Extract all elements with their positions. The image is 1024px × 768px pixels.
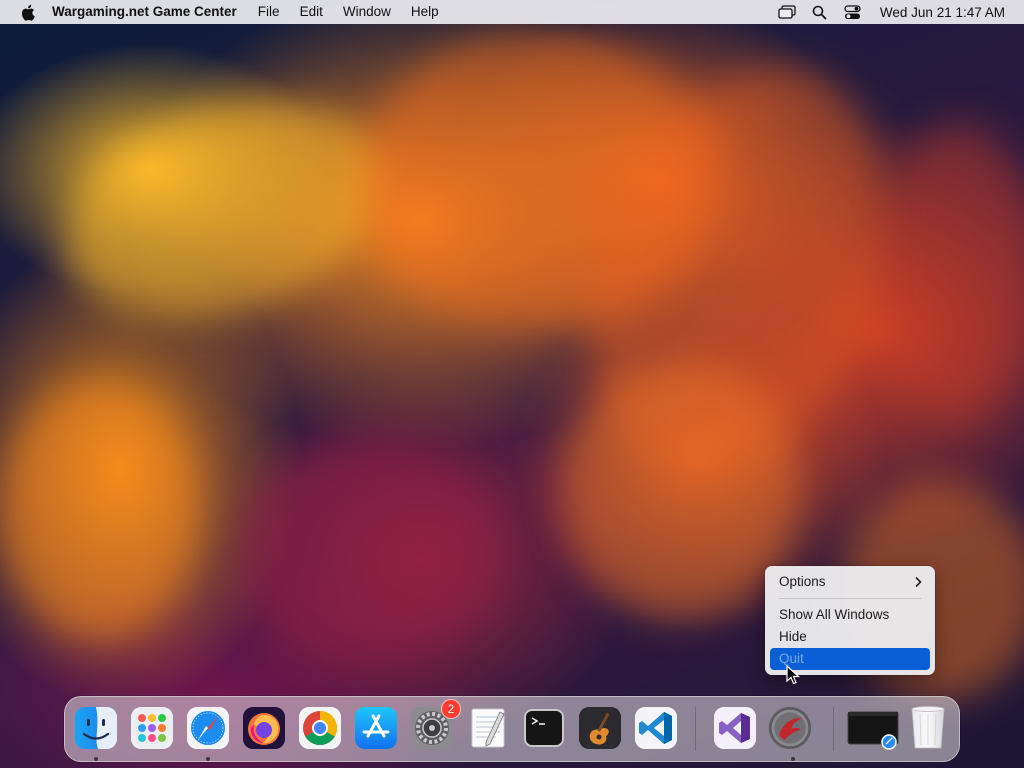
file-menu[interactable]: File — [248, 0, 290, 24]
help-menu[interactable]: Help — [401, 0, 449, 24]
visual-studio-icon[interactable] — [712, 705, 758, 751]
finder-icon[interactable] — [73, 705, 119, 751]
options-menu-item[interactable]: Options — [770, 571, 930, 593]
vscode-icon[interactable] — [633, 705, 679, 751]
textedit-icon[interactable] — [465, 705, 511, 751]
dock-separator — [833, 707, 834, 751]
wargaming-icon[interactable] — [767, 705, 813, 751]
chrome-icon[interactable] — [297, 705, 343, 751]
system-preferences-icon[interactable]: 2 — [409, 699, 461, 751]
chevron-right-icon — [914, 571, 922, 595]
search-icon[interactable] — [810, 0, 830, 24]
control-center-icon[interactable] — [843, 0, 863, 24]
launchpad-icon[interactable] — [129, 705, 175, 751]
menu-bar: Wargaming.net Game Center File Edit Wind… — [0, 0, 1024, 24]
screen-mirroring-icon[interactable] — [777, 0, 797, 24]
firefox-icon[interactable] — [241, 705, 287, 751]
dock: 2 — [64, 696, 960, 762]
app-store-icon[interactable] — [353, 705, 399, 751]
running-indicator — [94, 757, 98, 761]
screenshot-thumbnail-icon[interactable] — [847, 705, 901, 751]
notification-badge: 2 — [441, 699, 461, 719]
dock-context-menu: Options Show All Windows Hide Quit — [765, 566, 935, 675]
trash-icon[interactable] — [905, 705, 951, 751]
edit-menu[interactable]: Edit — [290, 0, 333, 24]
mouse-cursor-icon — [786, 664, 801, 685]
window-menu[interactable]: Window — [333, 0, 401, 24]
menubar-clock[interactable]: Wed Jun 21 1:47 AM — [880, 5, 1005, 20]
running-indicator — [791, 757, 795, 761]
options-label: Options — [779, 574, 826, 589]
app-menu[interactable]: Wargaming.net Game Center — [52, 0, 248, 24]
menu-separator — [779, 598, 921, 599]
show-all-windows-menu-item[interactable]: Show All Windows — [770, 604, 930, 626]
apple-menu-icon[interactable] — [18, 0, 36, 24]
safari-icon[interactable] — [185, 705, 231, 751]
hide-menu-item[interactable]: Hide — [770, 626, 930, 648]
terminal-icon[interactable] — [521, 705, 567, 751]
running-indicator — [206, 757, 210, 761]
garageband-icon[interactable] — [577, 705, 623, 751]
dock-separator — [695, 707, 696, 751]
